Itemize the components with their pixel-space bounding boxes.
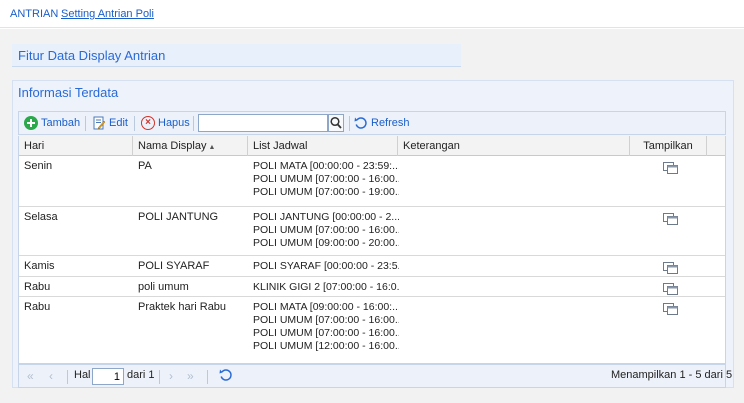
table-row[interactable]: Rabu Praktek hari Rabu POLI MATA [09:00:… <box>19 297 725 363</box>
page-number-input[interactable] <box>92 368 124 385</box>
window-icon[interactable] <box>663 303 678 315</box>
edit-button-label: Edit <box>109 117 128 129</box>
search-input[interactable] <box>198 114 328 132</box>
column-header-nama-display[interactable]: Nama Display ▲ <box>133 136 248 156</box>
jadwal-line: KLINIK GIGI 2 [07:00:00 - 16:0... <box>253 281 399 293</box>
schedule-display-grid: Hari Nama Display ▲ List Jadwal Keteranga… <box>18 136 726 364</box>
cell-hari: Rabu <box>24 281 51 293</box>
previous-page-button[interactable]: ‹ <box>49 369 53 383</box>
jadwal-line: POLI UMUM [07:00:00 - 19:00... <box>253 186 399 198</box>
cell-hari: Kamis <box>24 260 55 272</box>
window-icon[interactable] <box>663 262 678 274</box>
x-circle-icon: × <box>141 116 155 130</box>
search-button[interactable] <box>328 114 344 132</box>
breadcrumb-root[interactable]: ANTRIAN <box>10 8 58 20</box>
window-icon[interactable] <box>663 162 678 174</box>
window-icon[interactable] <box>663 283 678 295</box>
cell-hari: Selasa <box>24 211 58 223</box>
pager-separator <box>67 370 68 384</box>
column-header-list-jadwal[interactable]: List Jadwal <box>248 136 398 156</box>
cell-nama-display: PA <box>138 160 152 172</box>
cell-nama-display: POLI SYARAF <box>138 260 210 272</box>
table-row[interactable]: Senin PA POLI MATA [00:00:00 - 23:59:...… <box>19 156 725 207</box>
cell-list-jadwal: POLI JANTUNG [00:00:00 - 2... POLI UMUM … <box>253 211 399 250</box>
cell-nama-display: Praktek hari Rabu <box>138 301 227 313</box>
cell-list-jadwal: POLI MATA [00:00:00 - 23:59:... POLI UMU… <box>253 160 399 199</box>
delete-button[interactable]: × Hapus <box>141 115 190 131</box>
refresh-icon <box>354 116 368 130</box>
grid-header: Hari Nama Display ▲ List Jadwal Keteranga… <box>19 136 725 156</box>
toolbar-separator <box>193 116 194 131</box>
jadwal-line: POLI MATA [09:00:00 - 16:00:... <box>253 301 399 313</box>
cell-hari: Rabu <box>24 301 51 313</box>
refresh-button-label: Refresh <box>371 117 410 129</box>
pager-separator <box>207 370 208 384</box>
jadwal-line: POLI UMUM [07:00:00 - 16:00... <box>253 314 399 326</box>
jadwal-line: POLI MATA [00:00:00 - 23:59:... <box>253 160 399 172</box>
cell-list-jadwal: POLI MATA [09:00:00 - 16:00:... POLI UMU… <box>253 301 399 353</box>
cell-nama-display: POLI JANTUNG <box>138 211 219 223</box>
sort-ascending-icon: ▲ <box>208 144 216 151</box>
toolbar-separator <box>134 116 135 131</box>
cell-list-jadwal: POLI SYARAF [00:00:00 - 23:5... <box>253 260 399 273</box>
last-page-button[interactable]: » <box>187 369 194 383</box>
column-header-tampilkan[interactable]: Tampilkan <box>630 136 707 156</box>
column-header-hari[interactable]: Hari <box>19 136 133 156</box>
next-page-button[interactable]: › <box>169 369 173 383</box>
window-icon[interactable] <box>663 213 678 225</box>
jadwal-line: POLI JANTUNG [00:00:00 - 2... <box>253 211 399 223</box>
jadwal-line: POLI SYARAF [00:00:00 - 23:5... <box>253 260 399 272</box>
magnifier-icon <box>330 116 342 129</box>
jadwal-line: POLI UMUM [07:00:00 - 16:00... <box>253 327 399 339</box>
jadwal-line: POLI UMUM [07:00:00 - 16:00... <box>253 173 399 185</box>
feature-panel-title: Fitur Data Display Antrian <box>18 48 166 63</box>
column-header-nama-display-label: Nama Display <box>138 140 207 152</box>
column-header-keterangan[interactable]: Keterangan <box>398 136 630 156</box>
cell-hari: Senin <box>24 160 53 172</box>
edit-icon <box>92 116 106 130</box>
toolbar-separator <box>85 116 86 131</box>
table-row[interactable]: Rabu poli umum KLINIK GIGI 2 [07:00:00 -… <box>19 277 725 297</box>
top-navigation: ANTRIAN Setting Antrian Poli <box>0 0 744 28</box>
delete-button-label: Hapus <box>158 117 190 129</box>
cell-list-jadwal: KLINIK GIGI 2 [07:00:00 - 16:0... <box>253 281 399 294</box>
pagination-summary: Menampilkan 1 - 5 dari 5 <box>611 369 733 381</box>
jadwal-line: POLI UMUM [12:00:00 - 16:00... <box>253 340 399 352</box>
plus-circle-icon <box>24 116 38 130</box>
pager-separator <box>159 370 160 384</box>
refresh-icon <box>219 369 232 381</box>
feature-panel[interactable]: Fitur Data Display Antrian <box>12 44 461 67</box>
jadwal-line: POLI UMUM [09:00:00 - 20:00... <box>253 237 399 249</box>
toolbar-separator <box>349 116 350 131</box>
refresh-button[interactable]: Refresh <box>354 115 410 131</box>
grid-toolbar: Tambah Edit × Hapus Refresh <box>18 111 726 135</box>
table-row[interactable]: Kamis POLI SYARAF POLI SYARAF [00:00:00 … <box>19 256 725 277</box>
add-button-label: Tambah <box>41 117 81 129</box>
table-row[interactable]: Selasa POLI JANTUNG POLI JANTUNG [00:00:… <box>19 207 725 256</box>
jadwal-line: POLI UMUM [07:00:00 - 16:00... <box>253 224 399 236</box>
breadcrumb-current-tab[interactable]: Setting Antrian Poli <box>61 8 154 20</box>
pagination-bar: « ‹ Hal dari 1 › » Menampilkan 1 - 5 dar… <box>18 364 732 388</box>
page-label: Hal <box>74 369 91 381</box>
info-panel-title: Informasi Terdata <box>18 85 119 100</box>
pager-refresh-button[interactable] <box>219 368 233 385</box>
add-button[interactable]: Tambah <box>24 115 80 131</box>
first-page-button[interactable]: « <box>27 369 34 383</box>
edit-button[interactable]: Edit <box>92 115 128 131</box>
page-total-label: dari 1 <box>127 369 155 381</box>
cell-nama-display: poli umum <box>138 281 189 293</box>
